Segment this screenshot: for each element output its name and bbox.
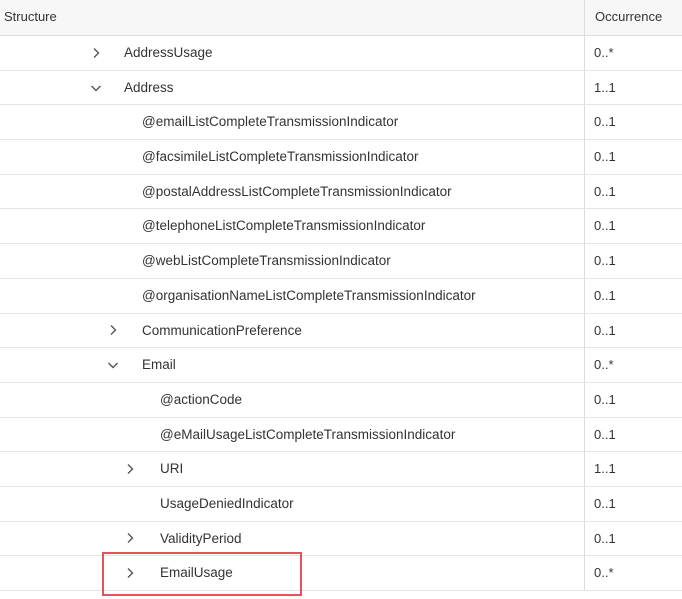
chevron-right-icon [127,464,134,475]
structure-cell: @emailListCompleteTransmissionIndicator [0,105,584,139]
tree-row-web-list-indicator[interactable]: @webListCompleteTransmissionIndicator 0.… [0,244,682,279]
collapse-toggle[interactable] [88,71,104,105]
expand-toggle[interactable] [122,452,138,486]
tree-row-validityperiod[interactable]: ValidityPeriod 0..1 [0,521,682,557]
collapse-toggle[interactable] [105,348,121,382]
structure-tree-table: Structure Occurrence AddressUsage 0..* A… [0,0,682,599]
occurrence-cell: 0..1 [584,417,682,452]
structure-cell: AddressUsage [0,36,584,70]
chevron-right-icon [127,533,134,544]
tree-row-organisation-name-list-indicator[interactable]: @organisationNameListCompleteTransmissio… [0,278,682,314]
tree-row-usagedeniedindicator[interactable]: UsageDeniedIndicator 0..1 [0,486,682,522]
node-label[interactable]: EmailUsage [160,556,233,590]
chevron-down-icon [91,85,101,92]
structure-cell: URI [0,452,584,486]
tree-row-uri[interactable]: URI 1..1 [0,452,682,487]
occurrence-cell: 0..1 [584,140,682,174]
node-label[interactable]: @postalAddressListCompleteTransmissionIn… [142,175,452,209]
node-label[interactable]: Email [142,348,176,382]
node-label[interactable]: Address [124,71,174,105]
chevron-right-icon [127,568,134,579]
occurrence-cell: 0..1 [584,278,682,313]
occurrence-cell: 1..1 [584,70,682,105]
expand-toggle[interactable] [105,314,121,348]
occurrence-cell: 0..1 [584,486,682,521]
occurrence-cell: 0..1 [584,244,682,278]
structure-cell: @postalAddressListCompleteTransmissionIn… [0,175,584,209]
tree-rows: AddressUsage 0..* Address 1..1 @emailLis… [0,36,682,591]
node-label[interactable]: ValidityPeriod [160,522,242,556]
node-label[interactable]: @organisationNameListCompleteTransmissio… [142,279,476,313]
structure-cell: @webListCompleteTransmissionIndicator [0,244,584,278]
tree-row-email-usage-list-indicator[interactable]: @eMailUsageListCompleteTransmissionIndic… [0,417,682,453]
chevron-right-icon [110,325,117,336]
chevron-right-icon [93,47,100,58]
node-label[interactable]: @telephoneListCompleteTransmissionIndica… [142,209,425,243]
tree-row-emailusage[interactable]: EmailUsage 0..* [0,556,682,591]
tree-row-addressusage[interactable]: AddressUsage 0..* [0,36,682,71]
structure-cell: UsageDeniedIndicator [0,487,584,521]
tree-row-address[interactable]: Address 1..1 [0,70,682,106]
node-label[interactable]: @facsimileListCompleteTransmissionIndica… [142,140,419,174]
node-label[interactable]: @emailListCompleteTransmissionIndicator [142,105,398,139]
structure-cell: @facsimileListCompleteTransmissionIndica… [0,140,584,174]
tree-row-telephone-list-indicator[interactable]: @telephoneListCompleteTransmissionIndica… [0,209,682,245]
structure-cell: @telephoneListCompleteTransmissionIndica… [0,209,584,243]
structure-cell: CommunicationPreference [0,314,584,348]
tree-row-facsimile-list-indicator[interactable]: @facsimileListCompleteTransmissionIndica… [0,140,682,175]
node-label[interactable]: UsageDeniedIndicator [160,487,294,521]
occurrence-cell: 0..1 [584,105,682,140]
tree-row-postal-address-list-indicator[interactable]: @postalAddressListCompleteTransmissionIn… [0,174,682,210]
occurrence-column-header[interactable]: Occurrence [584,0,682,35]
expand-toggle[interactable] [122,556,138,590]
structure-cell: ValidityPeriod [0,522,584,556]
structure-column-header[interactable]: Structure [4,0,582,35]
node-label[interactable]: AddressUsage [124,36,213,70]
tree-row-email[interactable]: Email 0..* [0,348,682,383]
occurrence-cell: 0..1 [584,174,682,209]
structure-cell: @actionCode [0,383,584,417]
node-label[interactable]: URI [160,452,183,486]
table-header: Structure Occurrence [0,0,682,36]
occurrence-cell: 0..* [584,36,682,70]
structure-cell: @organisationNameListCompleteTransmissio… [0,279,584,313]
node-label[interactable]: CommunicationPreference [142,314,302,348]
node-label[interactable]: @actionCode [160,383,242,417]
node-label[interactable]: @webListCompleteTransmissionIndicator [142,244,391,278]
expand-toggle[interactable] [88,36,104,70]
chevron-down-icon [108,362,118,369]
occurrence-cell: 0..1 [584,209,682,244]
occurrence-cell: 0..* [584,348,682,382]
tree-row-communicationpreference[interactable]: CommunicationPreference 0..1 [0,313,682,349]
structure-cell: EmailUsage [0,556,584,590]
tree-row-actioncode[interactable]: @actionCode 0..1 [0,382,682,418]
structure-cell: @eMailUsageListCompleteTransmissionIndic… [0,418,584,452]
occurrence-cell: 0..1 [584,521,682,556]
expand-toggle[interactable] [122,522,138,556]
tree-row-email-list-indicator[interactable]: @emailListCompleteTransmissionIndicator … [0,105,682,141]
occurrence-cell: 0..1 [584,382,682,417]
node-label[interactable]: @eMailUsageListCompleteTransmissionIndic… [160,418,455,452]
occurrence-cell: 0..1 [584,313,682,348]
occurrence-cell: 1..1 [584,452,682,486]
occurrence-cell: 0..* [584,556,682,590]
structure-cell: Email [0,348,584,382]
structure-cell: Address [0,71,584,105]
